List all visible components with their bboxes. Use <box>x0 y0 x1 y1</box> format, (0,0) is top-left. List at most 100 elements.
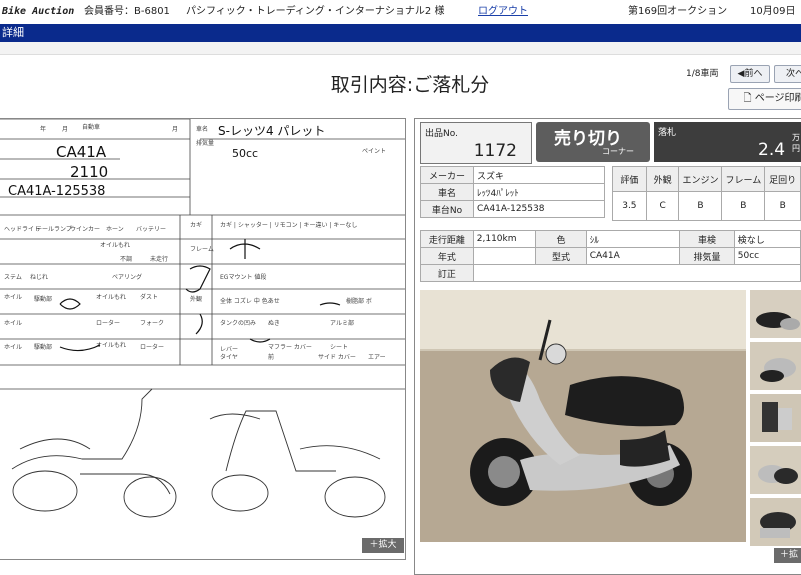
svg-text:月: 月 <box>62 126 68 133</box>
svg-text:オイルもれ: オイルもれ <box>96 342 126 349</box>
svg-text:オイルもれ: オイルもれ <box>96 294 126 301</box>
svg-text:駆動部: 駆動部 <box>34 343 52 351</box>
sheet-vehicle-name: S-レッツ4 パレット <box>218 124 325 138</box>
svg-text:マフラー カバー: マフラー カバー <box>268 344 312 351</box>
table-row: 評価 外観 エンジン フレーム 足回り <box>612 166 801 192</box>
svg-text:樹脂部 ボ: 樹脂部 ボ <box>346 297 372 305</box>
svg-text:ぬき: ぬき <box>268 320 280 327</box>
grade-value: C <box>645 191 680 221</box>
page-title: 取引内容:ご落札分 <box>330 74 490 96</box>
mileage-value: 2,110km <box>472 230 537 248</box>
brand-logo: Bike Auction <box>2 6 75 17</box>
grade-header: エンジン <box>678 166 723 192</box>
next-button[interactable]: 次へ <box>774 65 801 83</box>
section-bar: 詳細 <box>0 24 801 42</box>
svg-text:フォーク: フォーク <box>140 320 164 327</box>
svg-text:フレーム: フレーム <box>190 246 214 253</box>
thumbnail-strip <box>750 290 801 548</box>
winning-bid-box: 落札 2.4 万円 <box>654 122 801 162</box>
svg-text:ダスト: ダスト <box>140 293 158 301</box>
status-sub: コーナー <box>602 147 634 156</box>
year-value <box>472 247 537 265</box>
svg-text:オイルもれ: オイルもれ <box>100 242 130 249</box>
svg-text:排気量: 排気量 <box>196 139 214 147</box>
correction-label: 訂正 <box>420 264 474 282</box>
thumbnail-1[interactable] <box>750 290 801 338</box>
logout-link[interactable]: ログアウト <box>478 0 528 24</box>
scooter-photo <box>420 290 746 542</box>
sheet-mileage: 2110 <box>70 163 108 181</box>
grade-header: 外観 <box>645 166 680 192</box>
color-value: ｼﾙ <box>585 230 681 248</box>
svg-text:ホーン: ホーン <box>106 226 124 233</box>
grade-value: 3.5 <box>612 191 647 221</box>
svg-text:車名: 車名 <box>196 125 208 133</box>
svg-text:ベアリング: ベアリング <box>112 273 142 281</box>
svg-text:前: 前 <box>268 353 274 361</box>
inspection-sheet[interactable]: 年 月 自動車 月 車名 排気量 ペイント ヘッドライト テールランプ ウインカー ホーン バッテ… <box>0 118 406 560</box>
lot-number-box: 出品No. 1172 <box>420 122 532 164</box>
svg-text:月: 月 <box>172 126 178 133</box>
svg-text:カギ: カギ <box>190 222 202 229</box>
svg-text:ステム: ステム <box>4 274 22 281</box>
thumbnail-4[interactable] <box>750 446 801 494</box>
svg-text:ペイント: ペイント <box>362 148 386 155</box>
inspection-sheet-drawing: 年 月 自動車 月 車名排気量ペイント ヘッドライトテールランプウインカー ホーン バッテ… <box>0 119 405 518</box>
vehicle-counter: 1/8車両 <box>686 69 719 79</box>
svg-text:ヘッドライト: ヘッドライト <box>4 226 40 233</box>
price-label: 落札 <box>658 128 677 138</box>
svg-text:ねじれ: ねじれ <box>30 274 48 281</box>
top-bar: Bike Auction 会員番号：B-6801 パシフィック・トレーディング・… <box>0 0 801 24</box>
status-badge: 売り切り コーナー <box>536 122 650 162</box>
svg-text:カギ | シャッター | リモコン | キー違い | キーな: カギ | シャッター | リモコン | キー違い | キーなし <box>220 221 357 229</box>
zoom-photo-button[interactable]: ＋拡 <box>774 548 801 563</box>
zoom-sheet-button[interactable]: ＋拡大 <box>362 538 404 553</box>
divider <box>0 42 801 55</box>
color-label: 色 <box>535 230 587 248</box>
svg-text:テールランプ: テールランプ <box>36 226 72 233</box>
svg-text:全体 コズレ 中 色あせ: 全体 コズレ 中 色あせ <box>220 297 280 305</box>
svg-text:ホイル: ホイル <box>4 320 22 327</box>
sheet-frame-no: CA41A-125538 <box>8 184 105 199</box>
print-button[interactable]: 🗋 ページ印刷 <box>728 88 801 110</box>
frame-value: CA41A-125538 <box>473 200 605 218</box>
grade-header: フレーム <box>721 166 766 192</box>
svg-text:レバー: レバー <box>220 346 238 353</box>
lot-number: 1172 <box>473 141 517 161</box>
svg-text:駆動部: 駆動部 <box>34 295 52 303</box>
auction-round: 第169回オークション <box>628 6 728 17</box>
svg-text:EGマウント 値段: EGマウント 値段 <box>220 273 266 281</box>
thumbnail-3[interactable] <box>750 394 801 442</box>
correction-value <box>472 264 801 282</box>
table-row: メーカー スズキ <box>420 166 605 184</box>
print-label: ページ印刷 <box>754 93 801 104</box>
svg-text:アルミ部: アルミ部 <box>330 319 354 327</box>
maker-label: メーカー <box>420 166 474 184</box>
svg-text:未走行: 未走行 <box>150 255 168 263</box>
thumbnail-2[interactable] <box>750 342 801 390</box>
sheet-model-code: CA41A <box>56 143 107 161</box>
grade-value: B <box>721 191 766 221</box>
maker-value: スズキ <box>473 166 605 184</box>
svg-text:ホイル: ホイル <box>4 344 22 351</box>
displacement-value: 50cc <box>733 247 801 265</box>
frame-label: 車台No <box>420 200 474 218</box>
model-value: ﾚｯﾂ4ﾊﾟﾚｯﾄ <box>473 183 605 201</box>
svg-text:タイヤ: タイヤ <box>220 353 238 361</box>
thumbnail-5[interactable] <box>750 498 801 546</box>
svg-text:ホイル: ホイル <box>4 294 22 301</box>
grade-value: B <box>764 191 801 221</box>
svg-text:不調: 不調 <box>120 255 132 263</box>
sheet-cc: 50cc <box>232 147 258 160</box>
vehicle-photo[interactable] <box>420 290 746 542</box>
grade-header: 評価 <box>612 166 647 192</box>
displacement-label: 排気量 <box>679 247 735 265</box>
table-row: 訂正 <box>420 264 801 282</box>
prev-button[interactable]: ◀前へ <box>730 65 770 83</box>
svg-text:エアー: エアー <box>368 354 386 361</box>
inspection-value: 検なし <box>733 230 801 248</box>
svg-text:ローター: ローター <box>140 343 164 351</box>
document-icon: 🗋 <box>743 93 755 104</box>
year-label: 年式 <box>420 247 474 265</box>
svg-text:タンクの凹み: タンクの凹み <box>220 319 256 327</box>
